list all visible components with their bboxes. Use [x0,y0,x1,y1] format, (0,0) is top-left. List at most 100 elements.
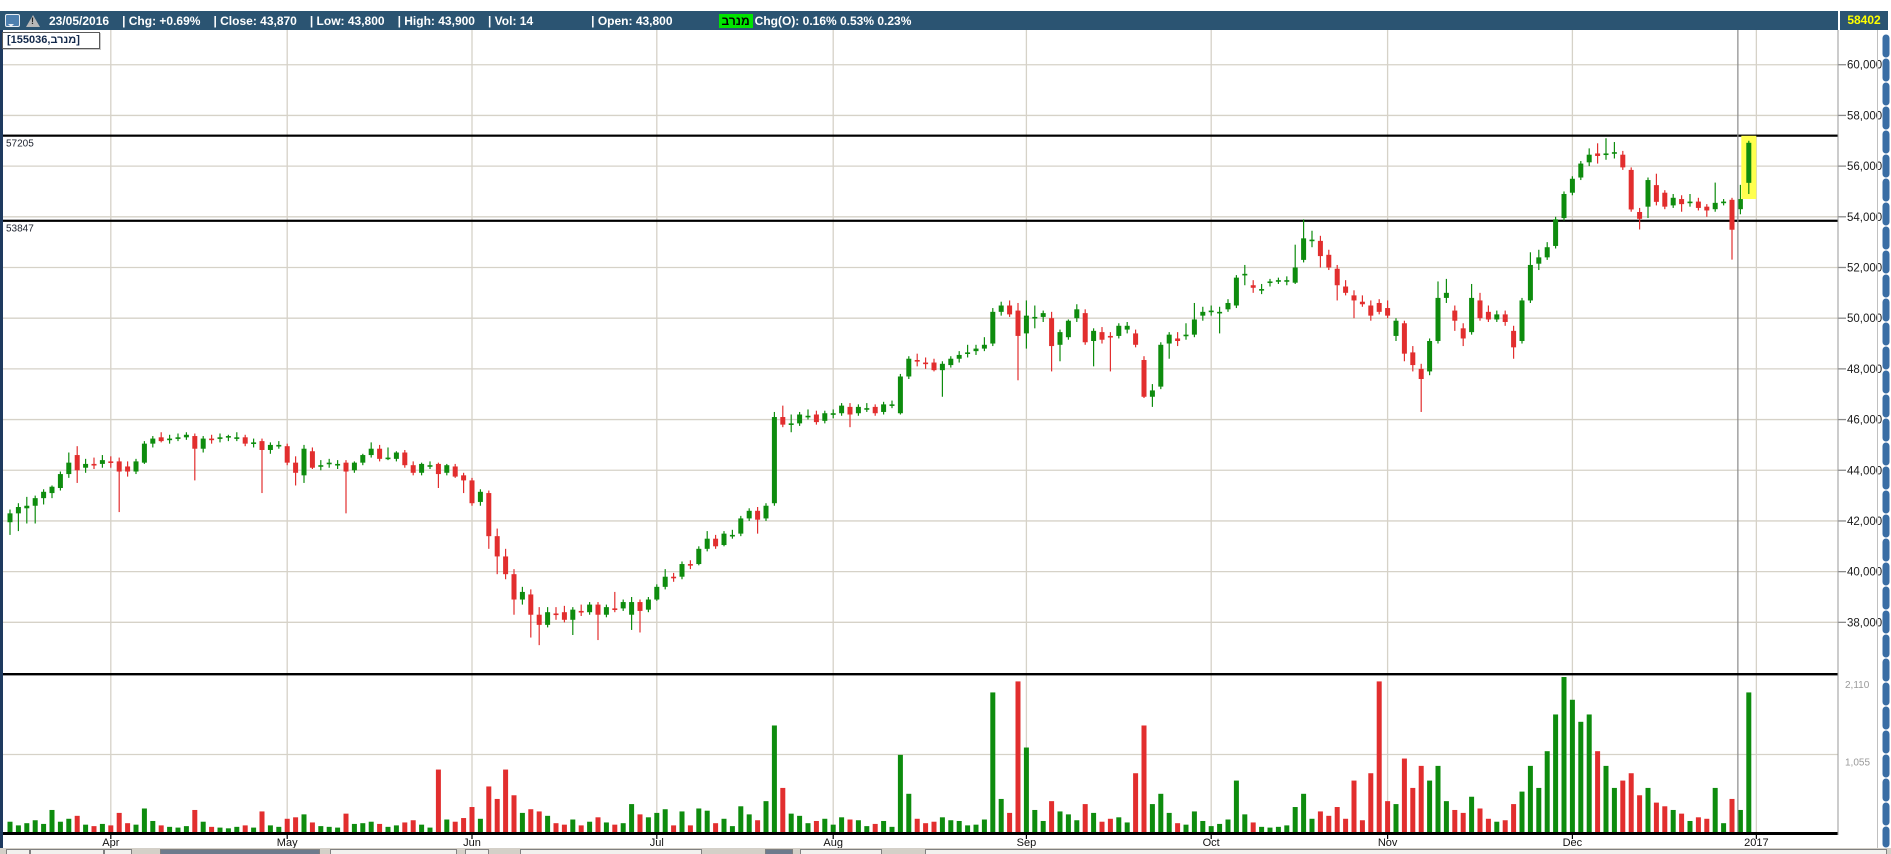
volume-bar [1183,824,1189,832]
volume-bar [66,818,72,832]
candle-body [620,602,626,609]
candle-body [1704,206,1710,211]
candle-body [1259,289,1265,291]
volume-bar [788,813,794,832]
volume-bar [1452,809,1458,832]
volume-bar [1460,812,1466,832]
volume-bar [125,823,131,832]
volume-bar [519,812,525,832]
candle-body [427,465,433,467]
candle-body [1452,310,1458,321]
candle-body [200,438,206,449]
candle-body [1359,301,1365,305]
volume-bar [687,825,693,832]
toolbar-control[interactable] [330,849,457,854]
candle-body [1443,292,1449,298]
candle-body [318,465,324,467]
candle-body [24,505,30,509]
symbol-label-box: [155036,מנרב] [2,32,100,49]
candle-body [1099,332,1105,340]
candle-body [1343,286,1349,293]
volume-bar [696,808,702,832]
volume-bar [1015,681,1021,832]
candle-body [990,311,996,344]
candle-body [452,466,458,477]
toolbar-control[interactable] [160,849,320,854]
chat-bubble-icon[interactable] [5,14,20,27]
volume-label: | Vol: 14 [487,13,534,28]
candle-body [1418,368,1424,380]
high-label: | High: 43,900 [397,13,475,28]
volume-bar [1259,826,1265,832]
candle-body [83,463,89,468]
candle-body [897,376,903,414]
candle-body [570,609,576,620]
toolbar-control[interactable] [30,849,104,854]
volume-bar [1519,791,1525,832]
y-axis-label: 56,000 [1847,161,1882,173]
volume-bar [1653,802,1659,832]
candle-body [49,486,55,494]
volume-bar [889,826,895,832]
volume-bar [217,827,223,832]
price-line-label: 57205 [6,139,34,150]
candle-body [1401,323,1407,354]
volume-bar [973,824,979,832]
toolbar-control[interactable] [104,849,132,854]
volume-bar [318,826,324,832]
volume-bar [1317,811,1323,832]
volume-bar [1141,725,1147,832]
candle-body [595,604,601,615]
candle-body [545,612,551,625]
candle-body [1527,264,1533,301]
volume-bar [301,814,307,832]
candle-body [1737,199,1743,210]
app-window: 23/05/2016 | Chg: +0.69% | Close: 43,870… [0,0,1891,854]
toolbar-control[interactable] [765,849,793,854]
candle-body [847,406,853,415]
candle-body [914,360,920,362]
price-volume-chart[interactable]: 60,000 58,000 56,000 54,000 52,000 50,000 48,0… [0,30,1891,848]
volume-bar [1637,795,1643,832]
candle-body [326,462,332,465]
candle-body [293,462,299,473]
volume-bar [1049,801,1055,832]
volume-bar [847,819,853,832]
candle-body [805,415,811,418]
toolbar-control[interactable] [800,849,882,854]
toolbar-control[interactable] [6,849,30,854]
candle-body [973,348,979,352]
candle-body [1536,257,1542,264]
x-axis-line [0,832,1838,835]
candle-body [385,457,391,460]
candle-body [276,444,282,447]
volume-bar [990,692,996,832]
warning-triangle-icon[interactable] [26,14,40,27]
volume-bar [965,825,971,832]
candle-body [948,358,954,366]
volume-bar [1410,787,1416,832]
volume-bar [133,824,139,832]
volume-bar [91,826,97,832]
candle-body [1309,239,1315,242]
y-axis-label: 42,000 [1847,516,1882,528]
candle-body [1149,390,1155,397]
volume-bar [503,769,509,832]
volume-bar [1284,825,1290,832]
toolbar-control[interactable] [925,849,1887,854]
month-label: 2017 [1744,837,1768,848]
candle-body [704,538,710,549]
toolbar-control[interactable] [465,849,489,854]
toolbar-control[interactable] [520,849,702,854]
close-label: | Close: 43,870 [213,13,297,28]
candle-body [133,461,139,472]
volume-bar [1343,818,1349,832]
candle-body [7,513,13,523]
candle-body [612,608,618,610]
volume-bar [141,808,147,832]
volume-bar [1040,820,1046,832]
candle-body [587,604,593,613]
volume-bar [1544,751,1550,832]
candle-body [1729,199,1735,230]
volume-bar [1393,804,1399,832]
